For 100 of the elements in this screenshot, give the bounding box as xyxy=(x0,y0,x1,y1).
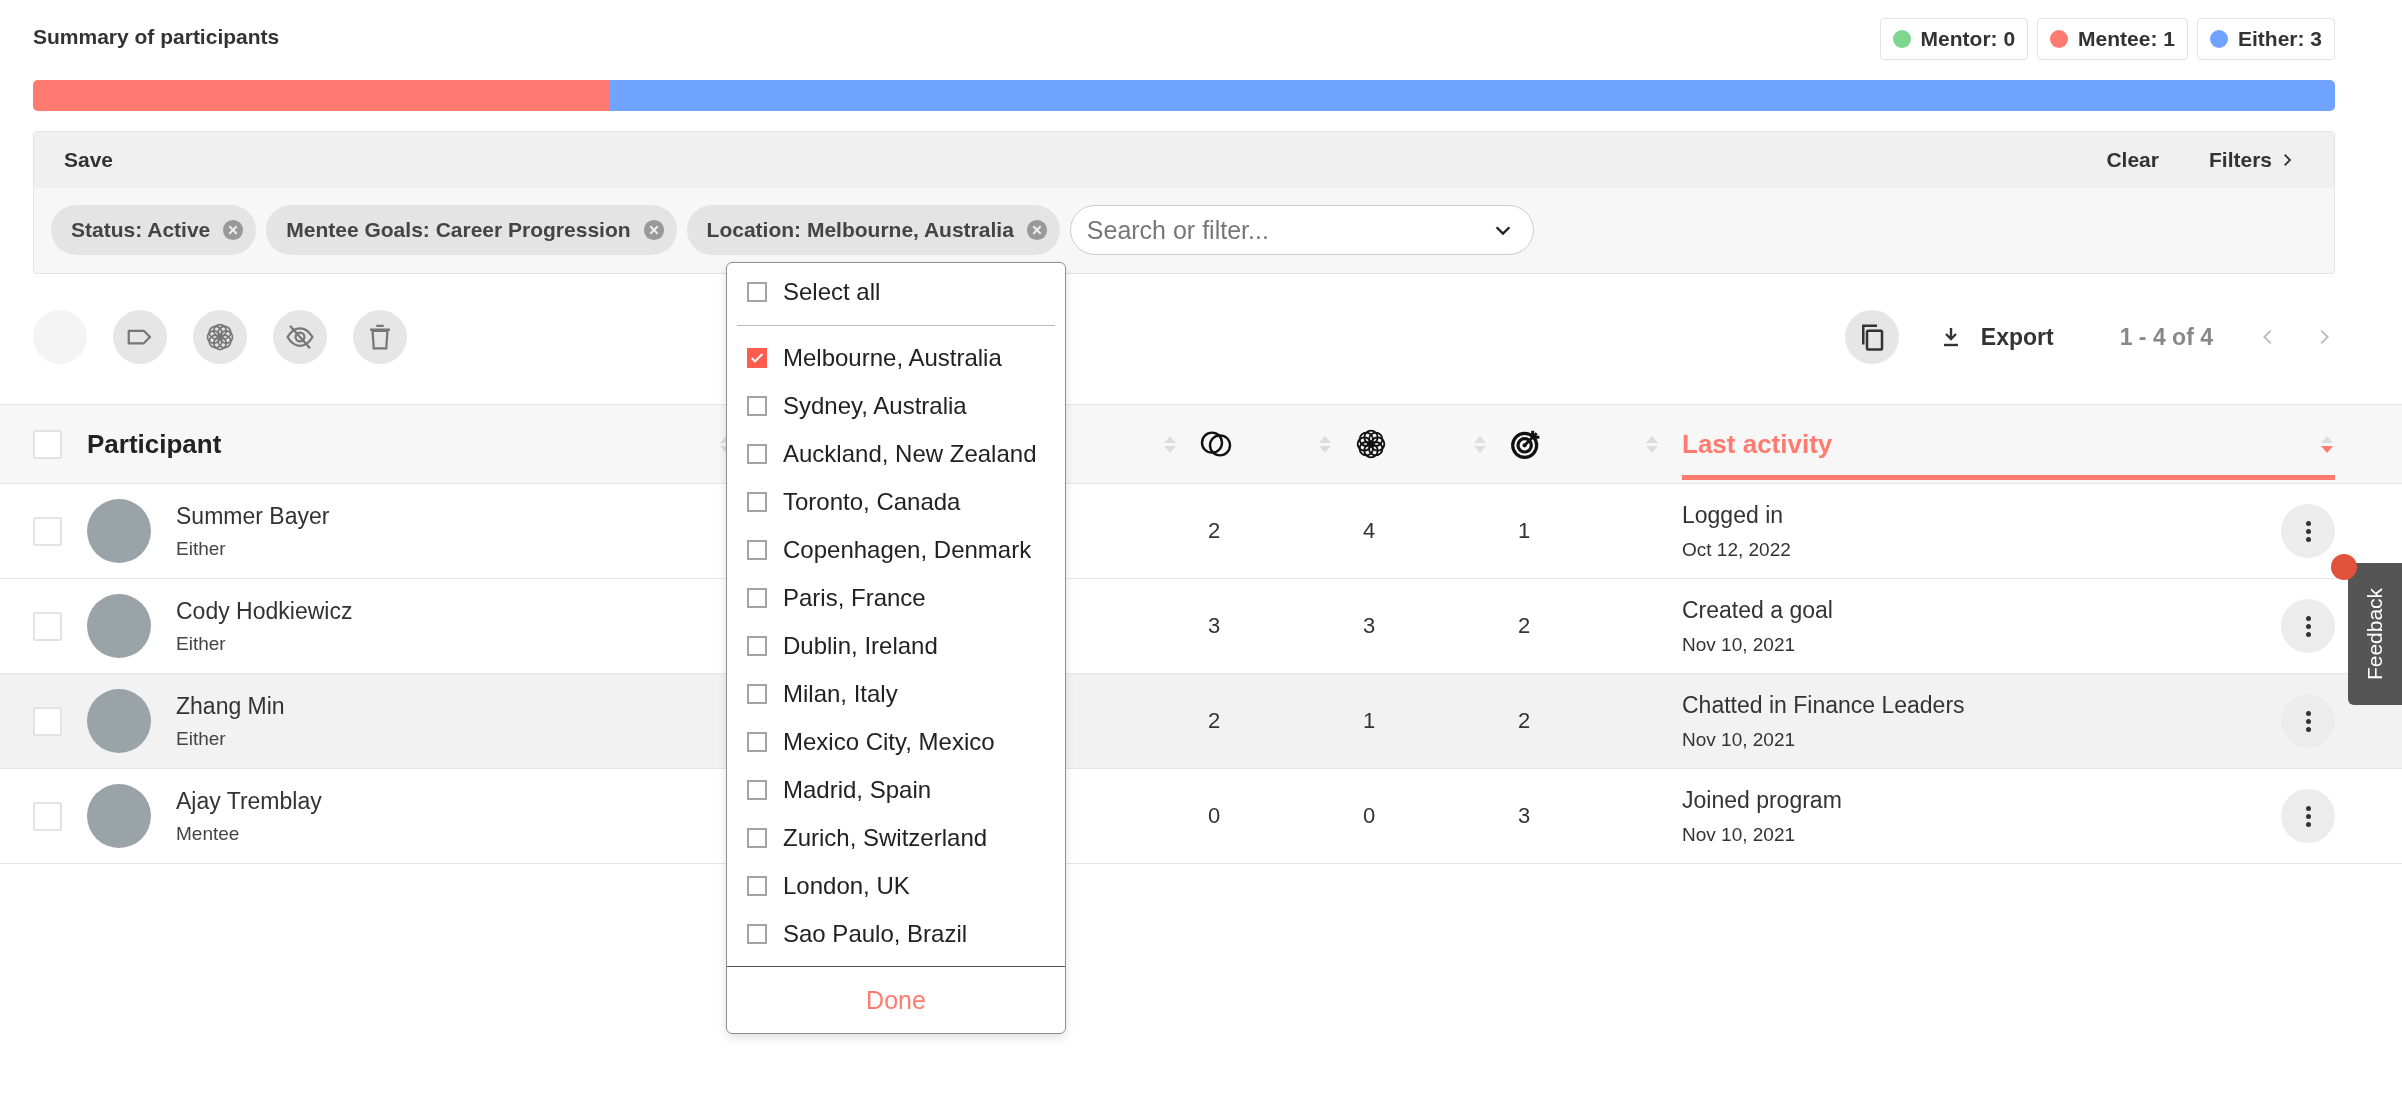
participant-role: Either xyxy=(176,632,227,655)
clear-button[interactable]: Clear xyxy=(2106,148,2159,172)
count-value: 1 xyxy=(1363,708,1376,734)
count-value: 3 xyxy=(1363,613,1376,639)
participant-name[interactable]: Cody Hodkiewicz xyxy=(176,597,353,625)
option-label: Dublin, Ireland xyxy=(783,631,938,661)
option-checkbox[interactable] xyxy=(747,444,767,464)
save-button[interactable]: Save xyxy=(64,148,114,172)
chip-label: Location: Melbourne, Australia xyxy=(706,218,1014,242)
option-label: Mexico City, Mexico xyxy=(783,727,995,757)
more-icon xyxy=(2305,615,2311,637)
filter-chip[interactable]: Mentee Goals: Career Progression xyxy=(266,205,677,255)
dropdown-option[interactable]: Mexico City, Mexico xyxy=(727,718,1065,766)
filter-chip[interactable]: Location: Melbourne, Australia xyxy=(686,205,1060,255)
option-checkbox[interactable] xyxy=(747,684,767,704)
activity-date: Oct 12, 2022 xyxy=(1682,538,1791,561)
participant-role: Either xyxy=(176,727,227,750)
activity-text: Created a goal xyxy=(1682,596,1833,624)
remove-icon[interactable] xyxy=(222,219,245,241)
option-label: Paris, France xyxy=(783,583,926,613)
option-checkbox[interactable] xyxy=(747,876,767,896)
count-value: 0 xyxy=(1363,803,1376,829)
option-label: Melbourne, Australia xyxy=(783,343,1002,373)
copy-button[interactable] xyxy=(1844,310,1899,364)
filter-chip[interactable]: Status: Active xyxy=(51,205,257,255)
row-checkbox[interactable] xyxy=(33,516,62,546)
row-checkbox[interactable] xyxy=(33,611,62,641)
count-value: 1 xyxy=(1518,518,1531,544)
flower-button[interactable] xyxy=(193,310,247,364)
search-field[interactable]: Search or filter... xyxy=(1069,205,1534,255)
option-checkbox[interactable] xyxy=(747,588,767,608)
flower-icon xyxy=(1355,428,1387,460)
option-checkbox[interactable] xyxy=(747,924,767,944)
more-icon xyxy=(2305,805,2311,827)
option-label: Select all xyxy=(783,277,881,307)
option-checkbox[interactable] xyxy=(747,780,767,800)
dropdown-option[interactable]: Madrid, Spain xyxy=(727,766,1065,814)
option-checkbox[interactable] xyxy=(747,348,767,368)
option-label: Zurich, Switzerland xyxy=(783,823,988,853)
option-checkbox[interactable] xyxy=(747,732,767,752)
legend-label: Mentor: 0 xyxy=(1920,27,2016,51)
activity-text: Joined program xyxy=(1682,786,1842,814)
sort-icon[interactable] xyxy=(1162,434,1178,454)
count-value: 4 xyxy=(1363,518,1376,544)
participant-name[interactable]: Ajay Tremblay xyxy=(176,787,322,815)
dropdown-option[interactable]: Zurich, Switzerland xyxy=(727,814,1065,862)
delete-button[interactable] xyxy=(353,310,407,364)
summary-title: Summary of participants xyxy=(33,25,280,49)
more-button[interactable] xyxy=(2281,504,2335,558)
dropdown-option[interactable]: Dublin, Ireland xyxy=(727,622,1065,670)
legend-label: Mentee: 1 xyxy=(2078,27,2175,51)
dropdown-option[interactable]: Sydney, Australia xyxy=(727,382,1065,430)
select-all-checkbox[interactable] xyxy=(33,429,62,459)
page-range: 1 - 4 of 4 xyxy=(2119,323,2213,351)
option-checkbox[interactable] xyxy=(747,396,767,416)
option-checkbox[interactable] xyxy=(747,636,767,656)
dropdown-option[interactable]: Melbourne, Australia xyxy=(727,334,1065,382)
sort-icon[interactable] xyxy=(1317,434,1333,454)
dropdown-option[interactable]: Sao Paulo, Brazil xyxy=(727,910,1065,958)
count-value: 0 xyxy=(1208,803,1221,829)
sort-icon[interactable] xyxy=(1644,434,1660,454)
count-value: 3 xyxy=(1208,613,1221,639)
option-checkbox[interactable] xyxy=(747,828,767,848)
activity-date: Nov 10, 2021 xyxy=(1682,633,1797,656)
dropdown-option[interactable]: London, UK xyxy=(727,862,1065,910)
activity-text: Logged in xyxy=(1682,501,1785,529)
participant-role: Either xyxy=(176,537,227,560)
count-value: 2 xyxy=(1518,708,1531,734)
row-checkbox[interactable] xyxy=(33,706,62,736)
option-checkbox[interactable] xyxy=(747,540,767,560)
remove-icon[interactable] xyxy=(1025,219,1048,241)
option-label: Toronto, Canada xyxy=(783,487,961,517)
row-checkbox[interactable] xyxy=(33,801,62,831)
activity-date: Nov 10, 2021 xyxy=(1682,823,1797,846)
flower-icon xyxy=(205,322,235,352)
more-icon xyxy=(2305,710,2311,732)
count-value: 2 xyxy=(1208,518,1221,544)
dropdown-option[interactable]: Auckland, New Zealand xyxy=(727,430,1065,478)
sort-icon[interactable] xyxy=(1472,434,1488,454)
option-label: Sao Paulo, Brazil xyxy=(783,919,968,949)
remove-icon[interactable] xyxy=(642,219,665,241)
hide-icon xyxy=(285,322,315,352)
option-checkbox[interactable] xyxy=(747,492,767,512)
export-button[interactable]: Export xyxy=(1938,323,2054,351)
sort-icon[interactable] xyxy=(2319,434,2335,454)
participant-name[interactable]: Zhang Min xyxy=(176,692,285,720)
filters-button[interactable]: Filters xyxy=(2208,148,2296,172)
participant-name[interactable]: Summer Bayer xyxy=(176,502,330,530)
option-checkbox[interactable] xyxy=(747,282,767,302)
dropdown-option[interactable]: Copenhagen, Denmark xyxy=(727,526,1065,574)
count-value: 3 xyxy=(1518,803,1531,829)
feedback-tab[interactable]: Feedback xyxy=(2348,563,2402,705)
target-icon xyxy=(1510,428,1542,460)
hide-button[interactable] xyxy=(273,310,327,364)
chip-label: Mentee Goals: Career Progression xyxy=(286,218,631,242)
participant-role: Mentee xyxy=(176,822,241,845)
chip-label: Status: Active xyxy=(71,218,211,242)
column-header[interactable]: Participant xyxy=(87,428,222,460)
tag-button[interactable] xyxy=(113,310,167,364)
dropdown-option[interactable]: Select all xyxy=(727,263,1065,321)
